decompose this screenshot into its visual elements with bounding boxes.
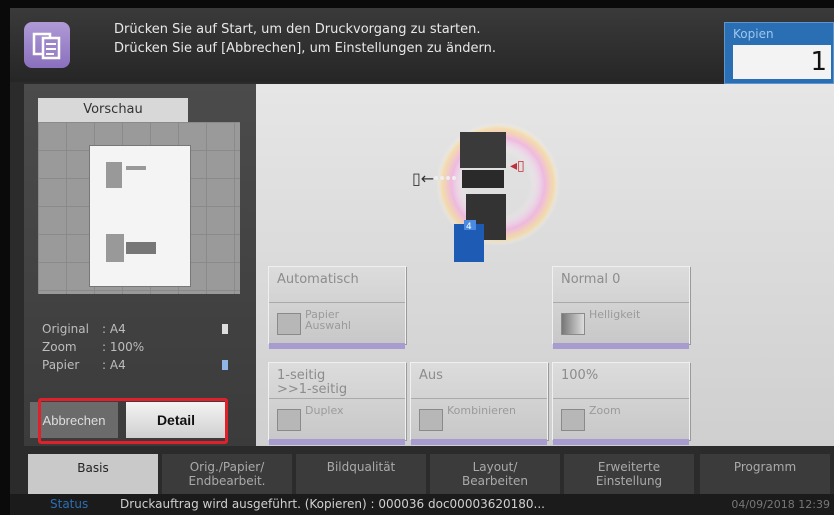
info-zoom-key: Zoom	[42, 340, 77, 354]
paper-tray-icon	[222, 360, 228, 370]
duplex-tile[interactable]: 1-seitig >>1-seitig Duplex	[268, 362, 406, 445]
zoom-icon	[561, 409, 585, 431]
function-tabs: Basis Orig./Papier/ Endbearbeit. Bildqua…	[10, 454, 834, 494]
combine-tile[interactable]: Aus Kombinieren	[410, 362, 548, 445]
tab-advanced-line1: Erweiterte	[597, 460, 661, 474]
tab-layout[interactable]: Layout/ Bearbeiten	[430, 454, 560, 494]
info-paper-key: Papier	[42, 358, 80, 372]
paper-selection-tile[interactable]: Automatisch Papier Auswahl	[268, 266, 406, 349]
combine-label: Kombinieren	[447, 404, 516, 417]
copy-job-icon	[24, 22, 70, 68]
copies-counter[interactable]: Kopien 1	[724, 22, 834, 84]
tab-advanced-line2: Einstellung	[595, 474, 663, 488]
page-orientation-icon	[222, 324, 228, 334]
paper-tray-icon	[277, 313, 301, 335]
copies-label: Kopien	[733, 27, 774, 41]
density-tile[interactable]: Normal 0 Helligkeit	[552, 266, 690, 349]
svg-text:▯←: ▯←	[412, 169, 434, 188]
header-message: Drücken Sie auf Start, um den Druckvorga…	[114, 20, 496, 58]
tab-image-quality[interactable]: Bildqualität	[296, 454, 426, 494]
tab-orig-paper[interactable]: Orig./Papier/ Endbearbeit.	[162, 454, 292, 494]
tab-program[interactable]: Programm	[700, 454, 830, 494]
paper-label-line2: Auswahl	[305, 319, 351, 332]
info-original-key: Original	[42, 322, 89, 336]
combine-icon	[419, 409, 443, 431]
printer-illustration-icon: 4 ▯← ◂▯	[412, 122, 560, 262]
preview-panel: Vorschau Original : A4 Zoom : 100% Papier:…	[24, 84, 256, 446]
header-message-line1: Drücken Sie auf Start, um den Druckvorga…	[114, 22, 481, 37]
copier-screen: Drücken Sie auf Start, um den Druckvorga…	[10, 8, 834, 515]
preview-tab[interactable]: Vorschau	[38, 98, 188, 122]
main-area: 4 ▯← ◂▯ Automatisch Papier Auswahl Norma…	[256, 84, 834, 446]
status-label[interactable]: Status	[50, 494, 88, 515]
tab-layout-line1: Layout/	[472, 460, 518, 474]
tab-basis[interactable]: Basis	[28, 454, 158, 494]
duplex-value: 1-seitig >>1-seitig	[269, 363, 405, 399]
status-datetime: 04/09/2018 12:39	[731, 498, 830, 511]
tab-orig-paper-line2: Endbearbeit.	[188, 474, 266, 488]
tab-layout-line2: Bearbeiten	[462, 474, 528, 488]
copies-value: 1	[733, 45, 831, 79]
highlight-frame	[38, 398, 228, 444]
info-paper-value: : A4	[102, 358, 126, 372]
paper-selection-value: Automatisch	[269, 267, 405, 303]
tab-image-quality-label: Bildqualität	[326, 460, 396, 474]
tab-program-label: Programm	[733, 460, 797, 474]
status-message: Druckauftrag wird ausgeführt. (Kopieren)…	[120, 497, 545, 511]
info-zoom-value: : 100%	[102, 340, 145, 354]
svg-text:4: 4	[466, 222, 472, 232]
header-bar: Drücken Sie auf Start, um den Druckvorga…	[10, 8, 834, 84]
density-value: Normal 0	[553, 267, 689, 303]
duplex-value-line2: >>1-seitig	[277, 382, 348, 397]
status-bar: Status Druckauftrag wird ausgeführt. (Ko…	[10, 494, 834, 515]
svg-text:◂▯: ◂▯	[510, 158, 525, 174]
preview-area	[38, 122, 240, 294]
tab-basis-label: Basis	[77, 461, 109, 475]
preview-page-thumbnail	[90, 146, 190, 286]
density-label: Helligkeit	[589, 308, 641, 321]
info-original-value: : A4	[102, 322, 126, 336]
zoom-label: Zoom	[589, 404, 621, 417]
zoom-value: 100%	[553, 363, 689, 399]
tab-advanced[interactable]: Erweiterte Einstellung	[564, 454, 694, 494]
brightness-icon	[561, 313, 585, 335]
header-message-line2: Drücken Sie auf [Abbrechen], um Einstell…	[114, 41, 497, 56]
combine-value: Aus	[411, 363, 547, 399]
tab-orig-paper-line1: Orig./Papier/	[189, 460, 265, 474]
info-paper: Papier : A4	[42, 358, 228, 372]
zoom-tile[interactable]: 100% Zoom	[552, 362, 690, 445]
duplex-icon	[277, 409, 301, 431]
duplex-label: Duplex	[305, 404, 344, 417]
info-original: Original : A4	[42, 322, 228, 336]
duplex-value-line1: 1-seitig	[277, 368, 326, 383]
paper-selection-label: Papier Auswahl	[305, 309, 351, 331]
info-zoom: Zoom : 100%	[42, 340, 144, 354]
